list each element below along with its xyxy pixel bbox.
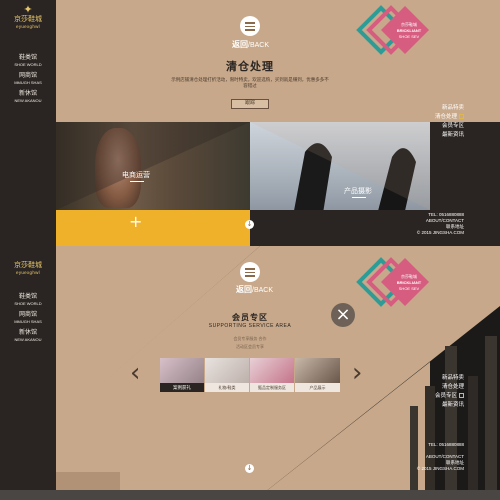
logo-subtitle: eyuexghwl xyxy=(16,270,40,275)
stamp-line: SHOE SEV xyxy=(398,34,420,39)
menu-label: 新品特卖 xyxy=(441,375,464,381)
close-button[interactable]: × xyxy=(331,303,355,327)
detail-button[interactable]: 跟踪 xyxy=(231,99,269,109)
menu-item-clearance[interactable]: 清仓处理 xyxy=(435,383,464,392)
active-square-icon xyxy=(459,114,464,119)
footer: TEL: 0516880888 ABOUT/CONTACT 联系地址 © 201… xyxy=(417,212,464,236)
bottom-bar xyxy=(0,490,500,500)
copyright: © 2015 JINGSHA.COM xyxy=(416,230,464,235)
back-cn: 返回 xyxy=(236,285,252,294)
back-link[interactable]: 返回/BACK xyxy=(236,284,273,295)
menu-item-news[interactable]: 最新资讯 xyxy=(435,401,464,410)
nav-item-new[interactable]: 新休馆 NEW AKANOU xyxy=(0,91,56,103)
nav-item-mmugh[interactable]: 网商馆 MMUGH SHAS xyxy=(0,312,56,324)
nav-label: 新休馆 xyxy=(18,91,37,97)
thumbnail[interactable]: 礼物/鞋类 xyxy=(205,358,249,392)
menu-label: 会员专区 xyxy=(441,123,464,129)
thumbnail[interactable]: 案例获礼 xyxy=(160,358,204,392)
tel: TEL: 0516880888 xyxy=(428,442,464,447)
scroll-down-icon[interactable]: ↓ xyxy=(245,220,254,229)
page-subtitle: SUPPORTING SERVICE AREA xyxy=(208,323,292,329)
menu-item-new[interactable]: 新品特卖 xyxy=(435,104,464,113)
nav-label-en: NEW AKANOU xyxy=(14,98,42,103)
nav-label: 网商馆 xyxy=(18,73,37,79)
caption-underline xyxy=(352,197,366,198)
sidebar: ✦ 京莎鞋城 eyuexghwl 鞋类馆 SHOE WORLD 网商馆 MMUG… xyxy=(0,0,56,246)
page-desc: 活动区会员专享 xyxy=(236,344,264,349)
menu-label: 最新资讯 xyxy=(441,132,464,138)
page-desc: 会员专享服务 合作 xyxy=(233,336,267,341)
prev-arrow-icon[interactable]: ‹ xyxy=(130,358,140,388)
menu-item-news[interactable]: 最新资讯 xyxy=(435,131,464,140)
menu-icon[interactable] xyxy=(240,16,260,36)
scroll-down-icon[interactable]: ↓ xyxy=(245,464,254,473)
menu-item-new[interactable]: 新品特卖 xyxy=(435,374,464,383)
back-en: /BACK xyxy=(252,287,274,294)
page-title: 会员专区 xyxy=(232,313,268,322)
thumbnail-strip: 案例获礼 礼物/鞋类 甄品定制服务区 产品展示 xyxy=(160,358,340,392)
nav-item-new[interactable]: 新休馆 NEW AKANOU xyxy=(0,330,56,342)
screen-member: 京莎鞋城 eyuexghwl 鞋类馆 SHOE WORLD 网商馆 MMUGH … xyxy=(0,246,500,500)
logo[interactable]: 京莎鞋城 eyuexghwl xyxy=(0,262,56,294)
nav-label-en: SHOE WORLD xyxy=(14,62,42,67)
caption-operation: 电商运营 xyxy=(122,171,150,179)
logo-name: 京莎鞋城 xyxy=(14,262,42,269)
right-menu: 新品特卖 清仓处理 会员专区 最新资讯 xyxy=(435,374,464,410)
sidebar: 京莎鞋城 eyuexghwl 鞋类馆 SHOE WORLD 网商馆 MMUGH … xyxy=(0,246,56,500)
back-en: /BACK xyxy=(248,42,270,49)
plus-icon[interactable]: + xyxy=(129,212,142,231)
nav-label-en: SHOE WORLD xyxy=(14,301,42,306)
nav-label: 新休馆 xyxy=(18,330,37,336)
logo[interactable]: ✦ 京莎鞋城 eyuexghwl xyxy=(0,0,56,32)
page-desc: 示例店铺清仓处理打折活动，限时特卖，欢迎选购，买到就是赚到，优惠多多不容错过 xyxy=(171,77,329,88)
menu-label: 最新资讯 xyxy=(441,402,464,408)
nav-label: 网商馆 xyxy=(18,312,37,318)
stamp-line: SHOE SEV xyxy=(398,286,420,291)
logo-icon: ✦ xyxy=(23,4,33,16)
menu-label: 清仓处理 xyxy=(441,384,464,390)
menu-icon[interactable] xyxy=(240,262,260,282)
thumbnail-label: 甄品定制服务区 xyxy=(250,383,294,392)
nav-label-en: MMUGH SHAS xyxy=(14,319,42,324)
nav-label-en: MMUGH SHAS xyxy=(14,80,42,85)
menu-item-clearance[interactable]: 清仓处理 xyxy=(435,113,464,122)
caption-underline xyxy=(130,181,144,182)
stamp-text: 京莎鞋城 BRICKLIANT SHOE SEV xyxy=(392,22,426,40)
thumbnail[interactable]: 产品展示 xyxy=(295,358,340,392)
caption-photography: 产品摄影 xyxy=(344,187,372,195)
nav-label: 鞋类馆 xyxy=(18,294,37,300)
nav-item-mmugh[interactable]: 网商馆 MMUGH SHAS xyxy=(0,73,56,85)
screen-clearance: ✦ 京莎鞋城 eyuexghwl 鞋类馆 SHOE WORLD 网商馆 MMUG… xyxy=(0,0,500,246)
logo-name: 京莎鞋城 xyxy=(14,16,42,23)
logo-subtitle: eyuexghwl xyxy=(16,24,40,29)
page-title: 清仓处理 xyxy=(226,61,274,73)
menu-label: 会员专区 xyxy=(434,393,457,399)
menu-item-member[interactable]: 会员专区 xyxy=(435,392,464,401)
nav-item-shoe-world[interactable]: 鞋类馆 SHOE WORLD xyxy=(0,55,56,67)
thumbnail-label: 产品展示 xyxy=(295,383,340,392)
right-menu: 新品特卖 清仓处理 会员专区 最新资讯 xyxy=(435,104,464,140)
stamp-text: 京莎鞋城 BRICKLIANT SHOE SEV xyxy=(392,274,426,292)
thumbnail-label: 案例获礼 xyxy=(160,383,204,392)
nav-label-en: NEW AKANOU xyxy=(14,337,42,342)
nav-item-shoe-world[interactable]: 鞋类馆 SHOE WORLD xyxy=(0,294,56,306)
thumbnail-label: 礼物/鞋类 xyxy=(205,383,249,392)
thumbnail[interactable]: 甄品定制服务区 xyxy=(250,358,294,392)
menu-label: 清仓处理 xyxy=(434,114,457,120)
footer: TEL: 0516880888 ABOUT/CONTACT 联系地址 © 201… xyxy=(417,442,464,472)
nav-label: 鞋类馆 xyxy=(18,55,37,61)
back-link[interactable]: 返回/BACK xyxy=(232,39,269,50)
next-arrow-icon[interactable]: › xyxy=(352,358,362,388)
menu-item-member[interactable]: 会员专区 xyxy=(435,122,464,131)
back-cn: 返回 xyxy=(232,40,248,49)
active-square-icon xyxy=(459,393,464,398)
close-icon: × xyxy=(335,304,351,325)
copyright: © 2015 JINGSHA.COM xyxy=(416,466,464,471)
menu-label: 新品特卖 xyxy=(441,105,464,111)
